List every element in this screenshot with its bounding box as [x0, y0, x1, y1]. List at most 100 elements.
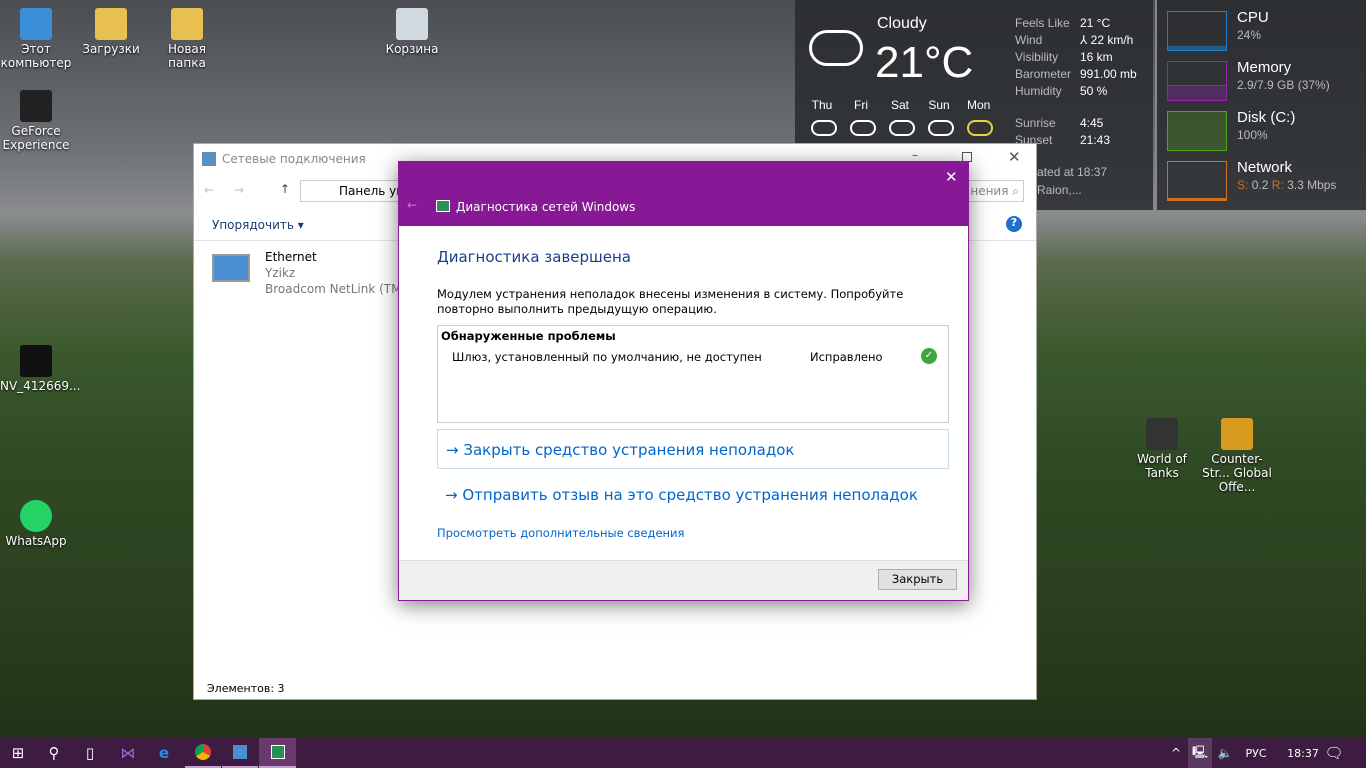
cloud-icon [809, 30, 863, 66]
sunset-value: 21:43 [1080, 133, 1111, 147]
folder-icon [171, 8, 203, 40]
disk-value: 100% [1237, 128, 1268, 142]
wot-icon [1146, 418, 1178, 450]
taskbar: ⊞ ⚲ ▯ ⋈ e ^ 🖳 🔈 РУС 18:37 🗨 [0, 738, 1366, 768]
forecast-thu: Thu [811, 98, 837, 136]
network-adapter-icon [212, 254, 250, 282]
problem-text: Шлюз, установленный по умолчанию, не дос… [452, 350, 762, 364]
detail-value: 16 km [1080, 50, 1113, 64]
detail-value: 991.00 mb [1080, 67, 1137, 81]
recycle-bin-icon [396, 8, 428, 40]
network-graph [1167, 161, 1227, 201]
detail-label: Feels Like [1015, 16, 1070, 30]
sunrise-label: Sunrise [1015, 116, 1056, 130]
desktop-icon-downloads[interactable]: Загрузки [75, 8, 147, 56]
computer-icon [20, 8, 52, 40]
close-troubleshooter-link[interactable]: → Закрыть средство устранения неполадок [437, 429, 949, 469]
forecast-mon: Mon [967, 98, 993, 136]
detail-label: Barometer [1015, 67, 1072, 81]
item-name: Ethernet [265, 250, 317, 264]
detail-value: 50 % [1080, 84, 1108, 98]
detail-label: Visibility [1015, 50, 1059, 64]
desktop-icon-csgo[interactable]: Counter-Str... Global Offe... [1200, 418, 1274, 494]
close-button[interactable]: Закрыть [878, 569, 957, 590]
rain-icon [928, 120, 954, 136]
memory-graph [1167, 61, 1227, 101]
visual-studio-icon[interactable]: ⋈ [110, 738, 146, 768]
check-icon: ✓ [921, 348, 937, 364]
detail-label: Humidity [1015, 84, 1062, 98]
window-title: Сетевые подключения [222, 152, 366, 166]
minimize-button[interactable]: – [912, 148, 918, 162]
send-feedback-link[interactable]: → Отправить отзыв на это средство устран… [437, 486, 926, 504]
disk-graph [1167, 111, 1227, 151]
memory-label: Memory [1237, 59, 1292, 76]
desktop-icon-recycle-bin[interactable]: Корзина [376, 8, 448, 56]
problems-header: Обнаруженные проблемы [441, 329, 616, 343]
show-hidden-icons[interactable]: ^ [1166, 738, 1186, 768]
search-button[interactable]: ⚲ [36, 738, 72, 768]
desktop-icon-geforce[interactable]: GeForce Experience [0, 90, 72, 152]
network-value: S: 0.2 R: 3.3 Mbps [1237, 178, 1337, 192]
folder-network-icon [202, 152, 216, 166]
weather-condition: Cloudy [877, 15, 927, 32]
dialog-message: Модулем устранения неполадок внесены изм… [437, 287, 904, 316]
detail-label: Wind [1015, 33, 1043, 47]
cpu-graph [1167, 11, 1227, 51]
diagnostics-icon [436, 200, 450, 212]
cpu-label: CPU [1237, 9, 1269, 26]
diagnostics-taskbar-icon[interactable] [259, 738, 296, 768]
item-adapter: Broadcom NetLink (TM) G [265, 282, 420, 296]
problem-status: Исправлено [810, 350, 883, 364]
up-button[interactable]: ↑ [280, 182, 290, 196]
desktop-icon-whatsapp[interactable]: WhatsApp [0, 500, 72, 548]
detail-value: 21 °C [1080, 16, 1111, 30]
csgo-icon [1221, 418, 1253, 450]
language-indicator[interactable]: РУС [1238, 738, 1274, 768]
view-details-link[interactable]: Просмотреть дополнительные сведения [437, 526, 684, 540]
weather-temp: 21°C [875, 38, 974, 87]
close-dialog-button[interactable]: ✕ [945, 168, 958, 186]
desktop-icon-new-folder[interactable]: Новая папка [150, 8, 224, 70]
dialog-heading: Диагностика завершена [437, 248, 631, 266]
volume-icon[interactable]: 🔈 [1214, 738, 1236, 768]
partly-sunny-icon [967, 120, 993, 136]
item-network: Yzikz [265, 266, 296, 280]
whatsapp-icon [20, 500, 52, 532]
desktop-icon-nv-file[interactable]: NV_412669... [0, 345, 80, 393]
forecast-sun: Sun [928, 98, 954, 136]
network-connections-taskbar-icon[interactable] [222, 738, 258, 768]
start-button[interactable]: ⊞ [0, 738, 36, 768]
downloads-folder-icon [95, 8, 127, 40]
arrow-right-icon: → [446, 441, 459, 459]
help-icon[interactable]: ? [1006, 216, 1022, 232]
rain-icon [811, 120, 837, 136]
task-view-button[interactable]: ▯ [72, 738, 108, 768]
back-button[interactable]: ← [204, 183, 214, 197]
edge-icon[interactable]: e [146, 738, 182, 768]
detail-value: ⅄ 22 km/h [1080, 33, 1134, 47]
desktop-icon-this-pc[interactable]: Этот компьютер [0, 8, 72, 70]
forecast-sat: Sat [889, 98, 915, 136]
chrome-icon[interactable] [185, 738, 221, 768]
organize-button[interactable]: Упорядочить ▾ [212, 218, 304, 232]
cpu-value: 24% [1237, 28, 1262, 42]
disk-label: Disk (C:) [1237, 109, 1296, 126]
network-diagnostics-dialog: ✕ ← Диагностика сетей Windows Диагностик… [398, 161, 969, 601]
desktop-icon-world-of-tanks[interactable]: World of Tanks [1126, 418, 1198, 480]
problems-box: Обнаруженные проблемы Шлюз, установленны… [437, 325, 949, 423]
memory-value: 2.9/7.9 GB (37%) [1237, 78, 1330, 92]
rain-icon [889, 120, 915, 136]
network-tray-icon[interactable]: 🖳 [1188, 738, 1212, 768]
thunderstorm-icon [850, 120, 876, 136]
arrow-right-icon: → [445, 486, 458, 504]
dialog-title: Диагностика сетей Windows [456, 200, 636, 214]
search-icon: ⌕ [1012, 184, 1019, 198]
forward-button[interactable]: → [234, 183, 244, 197]
status-bar-count: Элементов: 3 [207, 682, 285, 695]
geforce-icon [20, 90, 52, 122]
action-center-icon[interactable]: 🗨 [1316, 738, 1352, 768]
close-window-button[interactable]: ✕ [1008, 148, 1021, 166]
file-icon [20, 345, 52, 377]
back-arrow-icon[interactable]: ← [407, 198, 417, 212]
